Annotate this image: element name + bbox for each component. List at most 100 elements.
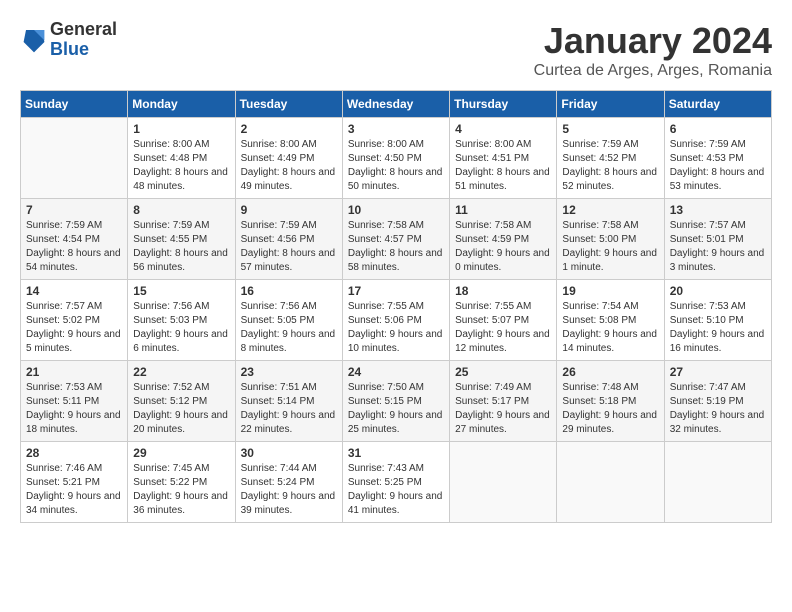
day-info: Sunrise: 7:58 AMSunset: 5:00 PMDaylight:… [562,219,658,275]
day-number: 17 [348,284,444,298]
header: General Blue January 2024 Curtea de Arge… [20,20,772,80]
calendar-cell [21,118,128,199]
day-number: 8 [133,203,229,217]
header-day: Tuesday [235,91,342,118]
calendar-cell: 27 Sunrise: 7:47 AMSunset: 5:19 PMDayligh… [664,361,771,442]
day-info: Sunrise: 7:50 AMSunset: 5:15 PMDaylight:… [348,381,444,437]
day-info: Sunrise: 7:58 AMSunset: 4:59 PMDaylight:… [455,219,551,275]
calendar-cell: 10 Sunrise: 7:58 AMSunset: 4:57 PMDayligh… [342,199,449,280]
calendar-cell: 21 Sunrise: 7:53 AMSunset: 5:11 PMDayligh… [21,361,128,442]
day-info: Sunrise: 7:45 AMSunset: 5:22 PMDaylight:… [133,462,229,518]
calendar-week-row: 14 Sunrise: 7:57 AMSunset: 5:02 PMDayligh… [21,280,772,361]
day-info: Sunrise: 7:54 AMSunset: 5:08 PMDaylight:… [562,300,658,356]
day-number: 28 [26,446,122,460]
calendar-cell: 2Sunrise: 8:00 AMSunset: 4:49 PMDaylight… [235,118,342,199]
calendar-cell: 7Sunrise: 7:59 AMSunset: 4:54 PMDaylight… [21,199,128,280]
calendar-cell: 9Sunrise: 7:59 AMSunset: 4:56 PMDaylight… [235,199,342,280]
header-day: Saturday [664,91,771,118]
day-number: 23 [241,365,337,379]
day-number: 6 [670,122,766,136]
day-number: 27 [670,365,766,379]
day-number: 13 [670,203,766,217]
title-area: January 2024 Curtea de Arges, Arges, Rom… [534,20,772,80]
day-number: 14 [26,284,122,298]
day-number: 24 [348,365,444,379]
day-number: 12 [562,203,658,217]
calendar-cell: 15 Sunrise: 7:56 AMSunset: 5:03 PMDayligh… [128,280,235,361]
day-info: Sunrise: 7:59 AMSunset: 4:54 PMDaylight:… [26,219,122,275]
calendar-cell: 13 Sunrise: 7:57 AMSunset: 5:01 PMDayligh… [664,199,771,280]
day-info: Sunrise: 7:44 AMSunset: 5:24 PMDaylight:… [241,462,337,518]
day-info: Sunrise: 8:00 AMSunset: 4:48 PMDaylight:… [133,138,229,194]
day-info: Sunrise: 7:55 AMSunset: 5:06 PMDaylight:… [348,300,444,356]
calendar-cell: 20 Sunrise: 7:53 AMSunset: 5:10 PMDayligh… [664,280,771,361]
calendar-cell: 3 Sunrise: 8:00 AMSunset: 4:50 PMDaylight… [342,118,449,199]
day-info: Sunrise: 7:59 AMSunset: 4:52 PMDaylight:… [562,138,658,194]
day-number: 19 [562,284,658,298]
day-info: Sunrise: 8:00 AMSunset: 4:51 PMDaylight:… [455,138,551,194]
header-row: SundayMondayTuesdayWednesdayThursdayFrid… [21,91,772,118]
day-number: 29 [133,446,229,460]
day-number: 25 [455,365,551,379]
calendar-cell: 17 Sunrise: 7:55 AMSunset: 5:06 PMDayligh… [342,280,449,361]
calendar-cell: 4 Sunrise: 8:00 AMSunset: 4:51 PMDaylight… [450,118,557,199]
day-number: 2 [241,122,337,136]
calendar-cell: 12 Sunrise: 7:58 AMSunset: 5:00 PMDayligh… [557,199,664,280]
calendar-cell: 30Sunrise: 7:44 AMSunset: 5:24 PMDayligh… [235,442,342,523]
day-number: 3 [348,122,444,136]
day-info: Sunrise: 7:53 AMSunset: 5:11 PMDaylight:… [26,381,122,437]
calendar-cell: 26 Sunrise: 7:48 AMSunset: 5:18 PMDayligh… [557,361,664,442]
calendar-week-row: 28Sunrise: 7:46 AMSunset: 5:21 PMDayligh… [21,442,772,523]
calendar-cell: 5 Sunrise: 7:59 AMSunset: 4:52 PMDaylight… [557,118,664,199]
calendar-week-row: 1Sunrise: 8:00 AMSunset: 4:48 PMDaylight… [21,118,772,199]
calendar-cell: 14 Sunrise: 7:57 AMSunset: 5:02 PMDayligh… [21,280,128,361]
day-info: Sunrise: 7:51 AMSunset: 5:14 PMDaylight:… [241,381,337,437]
header-day: Thursday [450,91,557,118]
day-info: Sunrise: 7:52 AMSunset: 5:12 PMDaylight:… [133,381,229,437]
day-info: Sunrise: 7:57 AMSunset: 5:02 PMDaylight:… [26,300,122,356]
day-number: 26 [562,365,658,379]
location-title: Curtea de Arges, Arges, Romania [534,62,772,80]
header-day: Monday [128,91,235,118]
calendar-header: SundayMondayTuesdayWednesdayThursdayFrid… [21,91,772,118]
day-number: 15 [133,284,229,298]
day-info: Sunrise: 7:56 AMSunset: 5:05 PMDaylight:… [241,300,337,356]
header-day: Friday [557,91,664,118]
calendar-cell: 22Sunrise: 7:52 AMSunset: 5:12 PMDayligh… [128,361,235,442]
day-number: 9 [241,203,337,217]
calendar-cell: 18Sunrise: 7:55 AMSunset: 5:07 PMDayligh… [450,280,557,361]
day-number: 31 [348,446,444,460]
month-title: January 2024 [534,20,772,62]
day-number: 5 [562,122,658,136]
day-info: Sunrise: 7:43 AMSunset: 5:25 PMDaylight:… [348,462,444,518]
day-number: 4 [455,122,551,136]
day-number: 11 [455,203,551,217]
calendar-week-row: 21 Sunrise: 7:53 AMSunset: 5:11 PMDayligh… [21,361,772,442]
header-day: Sunday [21,91,128,118]
calendar-body: 1Sunrise: 8:00 AMSunset: 4:48 PMDaylight… [21,118,772,523]
logo-icon [22,26,46,54]
calendar-cell: 31 Sunrise: 7:43 AMSunset: 5:25 PMDayligh… [342,442,449,523]
calendar-cell: 16Sunrise: 7:56 AMSunset: 5:05 PMDayligh… [235,280,342,361]
calendar-cell: 1Sunrise: 8:00 AMSunset: 4:48 PMDaylight… [128,118,235,199]
day-info: Sunrise: 7:48 AMSunset: 5:18 PMDaylight:… [562,381,658,437]
calendar-cell [557,442,664,523]
calendar-week-row: 7Sunrise: 7:59 AMSunset: 4:54 PMDaylight… [21,199,772,280]
calendar-cell: 24 Sunrise: 7:50 AMSunset: 5:15 PMDayligh… [342,361,449,442]
day-info: Sunrise: 7:47 AMSunset: 5:19 PMDaylight:… [670,381,766,437]
day-number: 21 [26,365,122,379]
day-number: 20 [670,284,766,298]
day-info: Sunrise: 7:53 AMSunset: 5:10 PMDaylight:… [670,300,766,356]
logo-general-text: General [50,20,117,40]
day-info: Sunrise: 7:58 AMSunset: 4:57 PMDaylight:… [348,219,444,275]
logo-blue-text: Blue [50,40,117,60]
calendar-cell: 11 Sunrise: 7:58 AMSunset: 4:59 PMDayligh… [450,199,557,280]
calendar-cell: 29 Sunrise: 7:45 AMSunset: 5:22 PMDayligh… [128,442,235,523]
day-number: 10 [348,203,444,217]
day-info: Sunrise: 8:00 AMSunset: 4:50 PMDaylight:… [348,138,444,194]
logo-text: General Blue [50,20,117,60]
day-info: Sunrise: 7:56 AMSunset: 5:03 PMDaylight:… [133,300,229,356]
day-number: 18 [455,284,551,298]
day-info: Sunrise: 7:57 AMSunset: 5:01 PMDaylight:… [670,219,766,275]
calendar-cell [450,442,557,523]
